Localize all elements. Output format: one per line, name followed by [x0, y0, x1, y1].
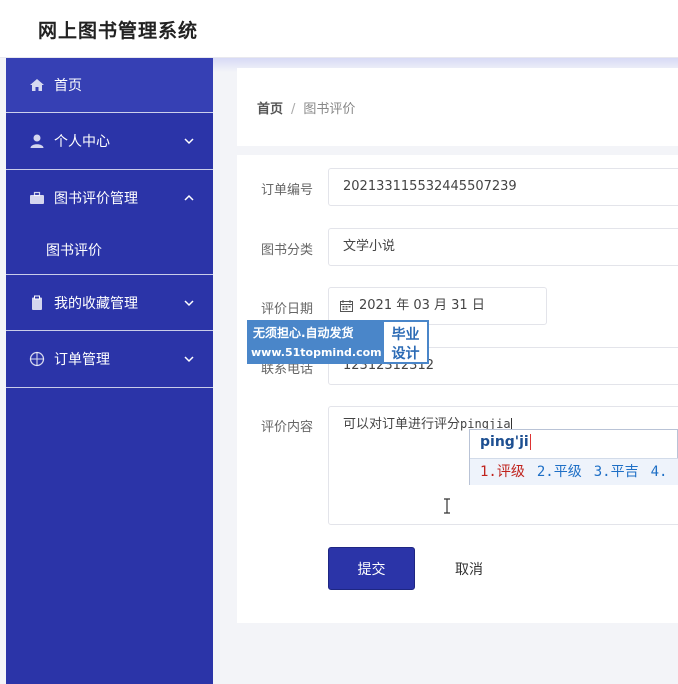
calendar-icon — [340, 300, 353, 312]
text-cursor-icon — [444, 498, 450, 514]
ime-candidate-window: ping'ji 1.评级 2.平级 3.平吉 4. — [469, 429, 678, 485]
breadcrumb-card: 首页 / 图书评价 — [237, 68, 678, 146]
watermark-url: www.51topmind.com — [251, 346, 382, 359]
clipboard-icon — [28, 294, 46, 312]
category-label: 图书分类 — [261, 243, 314, 258]
home-icon — [28, 76, 46, 94]
sidebar-item-profile[interactable]: 个人中心 — [6, 113, 213, 170]
sidebar-item-home[interactable]: 首页 — [6, 58, 213, 113]
ime-candidate[interactable]: 1.评级 — [480, 464, 525, 480]
sidebar-item-label: 我的收藏管理 — [54, 295, 138, 312]
sidebar-subitem-book-review[interactable]: 图书评价 — [6, 225, 213, 275]
order-no-label: 订单编号 — [261, 183, 314, 198]
sidebar: 首页 个人中心 图书评价管理 图书评价 我的收藏管理 订单管理 — [6, 58, 213, 684]
order-no-input[interactable]: 20213311553244550723​9 — [328, 168, 678, 206]
content-label: 评价内容 — [261, 420, 314, 435]
date-value: 2021 年 03 月 31 日 — [359, 298, 485, 313]
chevron-down-icon — [184, 356, 194, 363]
date-label: 评价日期 — [261, 302, 314, 317]
chevron-up-icon — [184, 194, 194, 201]
watermark-slogan: 无须担心.自动发货 — [253, 326, 354, 340]
ime-candidate-list: 1.评级 2.平级 3.平吉 4. — [470, 458, 678, 485]
crosshair-icon — [28, 350, 46, 368]
breadcrumb: 首页 / 图书评价 — [257, 98, 355, 117]
ime-candidate[interactable]: 2.平级 — [537, 464, 582, 480]
briefcase-icon — [28, 189, 46, 207]
chevron-down-icon — [184, 299, 194, 306]
breadcrumb-home[interactable]: 首页 — [257, 102, 283, 117]
sidebar-item-orders[interactable]: 订单管理 — [6, 331, 213, 388]
ime-candidate[interactable]: 3.平吉 — [594, 464, 639, 480]
sidebar-item-label: 订单管理 — [54, 352, 110, 368]
watermark-badge-line1: 毕业 — [391, 327, 420, 343]
watermark-badge: 无须担心.自动发货 www.51topmind.com 毕业 设计 — [247, 320, 429, 364]
sidebar-item-review-management[interactable]: 图书评价管理 — [6, 170, 213, 225]
category-input[interactable]: 文学小说 — [328, 228, 678, 266]
user-icon — [28, 132, 46, 150]
sidebar-subitem-label: 图书评价 — [46, 242, 102, 259]
sidebar-item-favorites[interactable]: 我的收藏管理 — [6, 275, 213, 331]
cancel-button[interactable]: 取消 — [432, 547, 506, 590]
breadcrumb-current: 图书评价 — [303, 102, 356, 117]
breadcrumb-separator: / — [291, 102, 296, 117]
ime-candidate[interactable]: 4. — [651, 464, 668, 480]
watermark-badge-line2: 设计 — [391, 346, 420, 362]
sidebar-item-label: 个人中心 — [54, 134, 110, 150]
sidebar-item-label: 首页 — [54, 78, 82, 94]
chevron-down-icon — [184, 138, 194, 145]
sidebar-item-label: 图书评价管理 — [54, 190, 138, 207]
app-title: 网上图书管理系统 — [38, 20, 199, 42]
ime-composition: ping'ji — [480, 434, 531, 450]
top-header: 网上图书管理系统 — [0, 0, 678, 58]
content-text: 可以对订单进行评分 — [343, 417, 461, 432]
submit-button[interactable]: 提交 — [328, 547, 415, 590]
